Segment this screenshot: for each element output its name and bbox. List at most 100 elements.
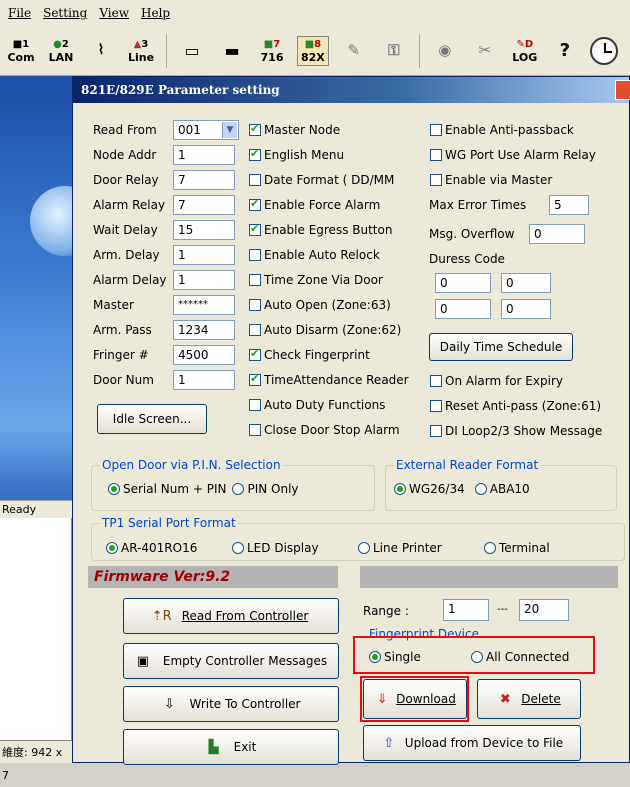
single-device-radio[interactable]: Single [369,650,421,664]
dialog-title: 821E/829E Parameter setting [73,77,629,103]
menu-help[interactable]: Help [141,6,170,20]
exit-button[interactable]: ▙ Exit [123,729,339,765]
disk-button[interactable]: ◉ [430,41,460,59]
middle-checkbox-5[interactable]: Enable Auto Relock [249,248,380,262]
checkbox-icon [430,425,442,437]
wait-delay-field[interactable]: 15 [173,220,235,240]
middle-checkbox-0[interactable]: Master Node [249,122,340,137]
max-error-field[interactable]: 5 [549,195,589,215]
monitor-button[interactable]: ▭ [177,43,207,59]
ar401ro16-radio[interactable]: AR-401RO16 [106,541,197,555]
right-top-checkbox-0[interactable]: Enable Anti-passback [430,123,574,137]
middle-checkbox-3[interactable]: Enable Force Alarm [249,197,380,212]
range-label: Range : [363,604,409,618]
right-top-checkbox-1[interactable]: WG Port Use Alarm Relay [430,148,596,162]
tool-button-b[interactable]: ⚿ [379,43,409,58]
upload-icon: ⇧ [383,735,395,751]
idle-screen-button[interactable]: Idle Screen... [97,404,207,434]
finger-field[interactable]: 4500 [173,345,235,365]
controller-82x-button[interactable]: ■8 82X [297,35,329,66]
checkbox-icon [249,399,261,411]
alarm-delay-field[interactable]: 1 [173,270,235,290]
ar401ro16-label: AR-401RO16 [121,541,198,555]
node-addr-field[interactable]: 1 [173,145,235,165]
wg2634-radio[interactable]: WG26/34 [394,482,465,496]
menu-file[interactable]: File [8,6,31,20]
upload-from-device-button[interactable]: ⇧ Upload from Device to File [363,725,581,761]
right-top-checkbox-2[interactable]: Enable via Master [430,173,552,187]
line-label: Line [127,50,155,64]
write-to-controller-button[interactable]: ⇩ Write To Controller [123,686,339,722]
middle-checkbox-7[interactable]: Auto Open (Zone:63) [249,298,391,312]
right-top-checkbox-label: WG Port Use Alarm Relay [445,148,596,162]
com-button[interactable]: ■1 Com [6,38,36,64]
menu-setting[interactable]: Setting [43,6,87,20]
middle-checkbox-8[interactable]: Auto Disarm (Zone:62) [249,323,401,337]
door-relay-field[interactable]: 7 [173,170,235,190]
firmware-version: Firmware Ver:9.2 [88,566,338,588]
serial-num-pin-radio[interactable]: Serial Num + PIN [108,482,226,496]
right-bottom-checkbox-1[interactable]: Reset Anti-pass (Zone:61) [430,399,601,413]
middle-checkbox-6[interactable]: Time Zone Via Door [249,273,383,287]
disk-icon: ◉ [438,41,452,59]
tool-button-c[interactable]: ✂ [470,43,500,58]
door-num-field[interactable]: 1 [173,370,235,390]
read-from-controller-button[interactable]: ⇡R Read From Controller [123,598,339,634]
duress-field-1[interactable]: 0 [435,273,491,293]
line-button[interactable]: ▲3 Line [126,38,156,64]
checkbox-checked-icon [249,222,261,236]
arm-pass-field[interactable]: 1234 [173,320,235,340]
exit-label: Exit [233,740,257,754]
read-from-select[interactable]: 001 ▼ [173,120,239,140]
terminal-radio[interactable]: Terminal [484,541,550,555]
middle-checkbox-label: Enable Auto Relock [264,248,380,262]
delete-button[interactable]: ✖ Delete [477,679,581,719]
signal-icon: ⌇ [97,42,105,58]
middle-checkbox-11[interactable]: Auto Duty Functions [249,398,385,412]
help-button[interactable]: ? [550,42,580,60]
middle-checkbox-2[interactable]: Date Format ( DD/MM [249,173,394,187]
middle-checkbox-12[interactable]: Close Door Stop Alarm [249,423,400,437]
tool-button-a[interactable]: ✎ [339,43,369,58]
menu-bar: File Setting View Help [0,0,630,26]
middle-checkbox-4[interactable]: Enable Egress Button [249,222,392,237]
toolbar: ■1 Com ●2 LAN ⌇ ▲3 Line ▭ ▬ ■7 716 ■8 82… [0,26,630,76]
arm-delay-field[interactable]: 1 [173,245,235,265]
line-count: ▲3 [133,38,149,50]
lan-button[interactable]: ●2 LAN [46,38,76,64]
pin-options: Serial Num + PIN PIN Only [108,482,299,496]
middle-checkbox-1[interactable]: English Menu [249,147,344,162]
range-to-field[interactable]: 20 [519,599,569,621]
right-bottom-checkbox-2[interactable]: DI Loop2/3 Show Message [430,424,602,438]
empty-messages-button[interactable]: ▣ Empty Controller Messages [123,643,339,679]
card-button[interactable]: ▬ [217,43,247,59]
middle-checkbox-10[interactable]: TimeAttendance Reader [249,372,409,387]
alarm-relay-field[interactable]: 7 [173,195,235,215]
master-password-field[interactable]: ****** [173,295,235,315]
right-bottom-checkbox-0[interactable]: On Alarm for Expiry [430,374,563,388]
range-from-field[interactable]: 1 [443,599,489,621]
log-button[interactable]: ✎D LOG [510,38,540,64]
led-display-radio[interactable]: LED Display [232,541,319,555]
max-error-label: Max Error Times [429,198,527,212]
msg-overflow-field[interactable]: 0 [529,224,585,244]
duress-field-3[interactable]: 0 [435,299,491,319]
daily-time-schedule-button[interactable]: Daily Time Schedule [429,333,573,361]
aba10-radio[interactable]: ABA10 [474,482,530,496]
clock-icon[interactable] [589,36,618,65]
all-connected-radio[interactable]: All Connected [471,650,569,664]
close-icon[interactable] [615,80,630,100]
radio-selected-icon [369,651,381,663]
controller-716-label: 716 [260,50,284,64]
pin-only-radio[interactable]: PIN Only [232,482,299,496]
duress-field-2[interactable]: 0 [501,273,551,293]
checkbox-icon [249,249,261,261]
line-printer-radio[interactable]: Line Printer [358,541,442,555]
delete-label: Delete [521,692,561,706]
chevron-down-icon[interactable]: ▼ [222,122,237,138]
menu-view[interactable]: View [99,6,129,20]
controller-716-button[interactable]: ■7 716 [257,38,287,64]
middle-checkbox-9[interactable]: Check Fingerprint [249,347,370,362]
duress-field-4[interactable]: 0 [501,299,551,319]
signal-button[interactable]: ⌇ [86,42,116,58]
